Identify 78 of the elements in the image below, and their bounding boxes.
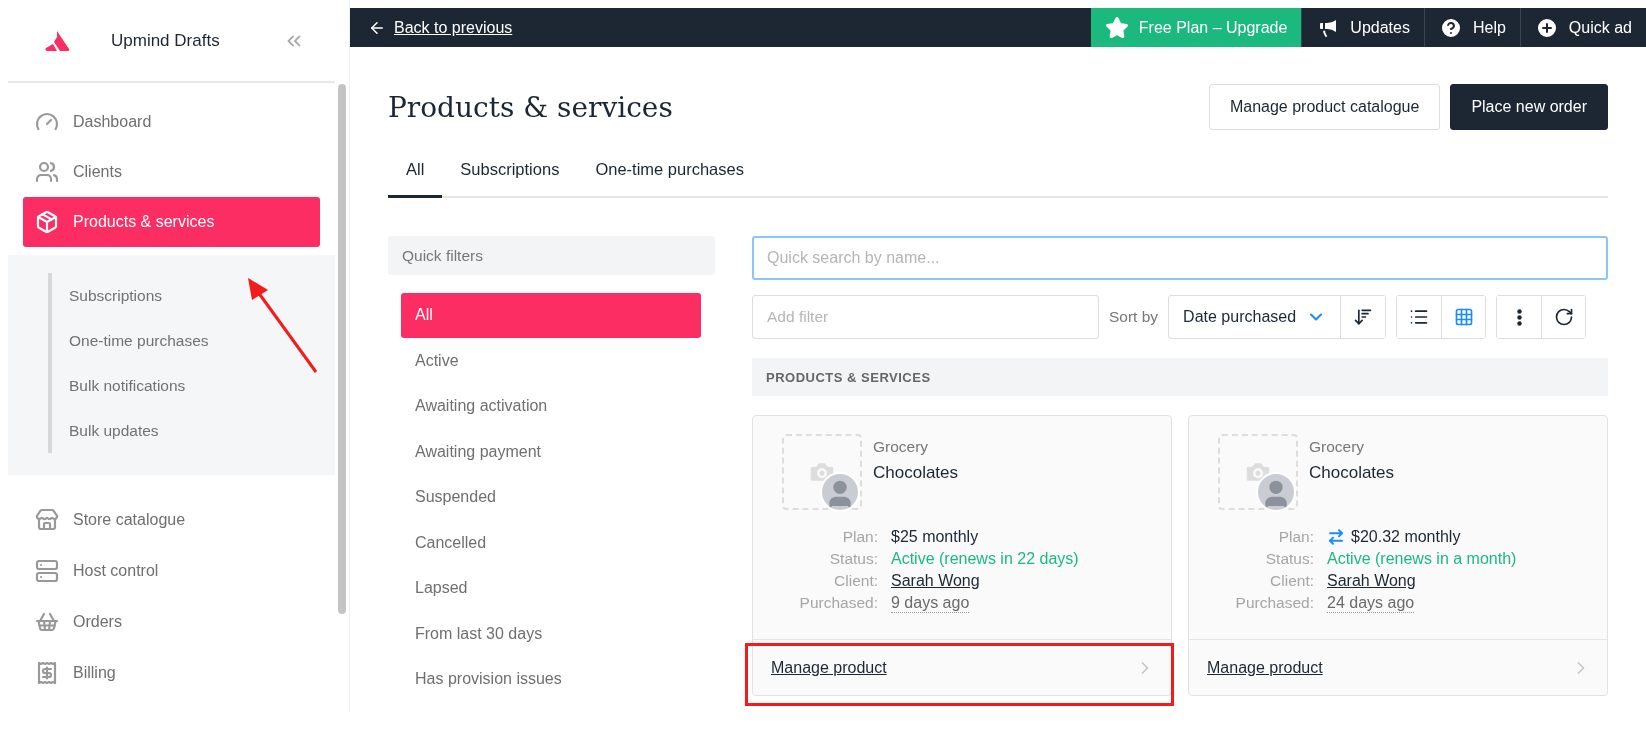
field-label: Client: <box>1269 572 1314 590</box>
field-label: Status: <box>828 550 878 568</box>
refresh-icon <box>1553 307 1574 327</box>
quick-filters-header: Quick filters <box>388 236 715 275</box>
field-value: $20.32 monthly <box>1351 528 1461 546</box>
nav-label: Products & services <box>73 213 215 231</box>
storefront-icon <box>35 507 59 532</box>
client-link[interactable]: Sarah Wong <box>1327 572 1416 590</box>
submenu-item[interactable]: Bulk updates <box>69 408 335 453</box>
grid-view-button[interactable] <box>1441 296 1486 338</box>
nav-item[interactable]: Store catalogue <box>73 510 186 529</box>
field-value: 24 days ago <box>1327 594 1415 613</box>
nav-item[interactable]: Dashboard <box>23 97 320 147</box>
nav-item[interactable]: Host control <box>73 561 159 580</box>
nav-label: Dashboard <box>73 113 152 131</box>
field-value: Active (renews in a month) <box>1327 550 1517 568</box>
tab[interactable]: All <box>388 150 443 198</box>
product-name: Chocolates <box>1309 463 1395 483</box>
filter-item[interactable]: Awaiting activation <box>401 384 701 429</box>
field-label: Client: <box>833 572 878 590</box>
field-label: Purchased: <box>1234 594 1314 613</box>
top-bar-button[interactable]: Help <box>1423 8 1520 47</box>
filter-item[interactable]: Cancelled <box>401 520 701 565</box>
workspace-name: Upmind Drafts <box>111 30 221 51</box>
submenu-item[interactable]: One-time purchases <box>69 318 335 363</box>
field-value: $25 monthly <box>891 528 979 546</box>
secondary-button[interactable]: Manage product catalogue <box>1208 84 1441 130</box>
filter-item[interactable]: Active <box>401 338 701 383</box>
filter-item[interactable]: All <box>401 293 701 338</box>
submenu-item[interactable]: Bulk notifications <box>69 363 335 408</box>
people-icon <box>35 160 59 184</box>
nav-item[interactable]: Clients <box>23 147 320 197</box>
top-bar-button[interactable]: Updates <box>1301 8 1424 47</box>
filter-item[interactable]: Has provision issues <box>401 657 701 702</box>
field-label: Purchased: <box>798 594 878 613</box>
field-label: Status: <box>1264 550 1314 568</box>
tab[interactable]: Subscriptions <box>442 150 578 198</box>
product-name: Chocolates <box>873 463 959 483</box>
nav-item[interactable]: Billing <box>73 663 116 682</box>
submenu-item[interactable]: Subscriptions <box>69 273 335 318</box>
primary-button[interactable]: Place new order <box>1450 84 1608 130</box>
manage-product-link[interactable]: Manage product <box>1207 658 1323 677</box>
filter-field[interactable]: Add filter <box>752 295 1099 339</box>
top-bar-button[interactable]: Quick ad <box>1519 8 1646 47</box>
back-link[interactable]: Back to previous <box>350 8 1091 47</box>
avatar <box>820 472 860 512</box>
sort-label: Sort by <box>1109 308 1159 326</box>
tab[interactable]: One-time purchases <box>577 150 762 198</box>
field-value: 9 days ago <box>891 594 970 613</box>
search-field[interactable]: Quick search by name... <box>752 236 1608 280</box>
refresh-button[interactable] <box>1541 296 1586 338</box>
manage-product-link[interactable]: Manage product <box>771 658 887 677</box>
logo-icon <box>43 29 71 52</box>
field-label: Plan: <box>1277 528 1314 546</box>
sort-order-icon <box>1353 307 1374 327</box>
filter-item[interactable]: Lapsed <box>401 566 701 611</box>
server-icon <box>35 558 59 583</box>
page-title: Products & services <box>388 90 673 124</box>
filter-item[interactable]: From last 30 days <box>401 611 701 656</box>
receipt-icon <box>35 660 59 685</box>
field-value: Active (renews in 22 days) <box>891 550 1079 568</box>
star-icon <box>1104 15 1129 40</box>
filter-item[interactable]: Suspended <box>401 475 701 520</box>
avatar <box>1256 472 1296 512</box>
product-category: Grocery <box>873 438 930 456</box>
grid-icon <box>1453 307 1474 327</box>
scrollbar[interactable] <box>338 84 346 614</box>
nav-label: Clients <box>73 163 122 181</box>
client-link[interactable]: Sarah Wong <box>891 572 980 590</box>
nav-item[interactable]: Orders <box>73 612 122 631</box>
nav-item[interactable]: Products & services <box>23 197 320 247</box>
box-icon <box>35 210 59 234</box>
filter-item[interactable]: Awaiting payment <box>401 429 701 474</box>
list-icon <box>1409 307 1430 327</box>
field-label: Plan: <box>841 528 878 546</box>
more-icon <box>1516 308 1522 326</box>
section-header: PRODUCTS & SERVICES <box>752 358 1608 396</box>
product-category: Grocery <box>1309 438 1366 456</box>
